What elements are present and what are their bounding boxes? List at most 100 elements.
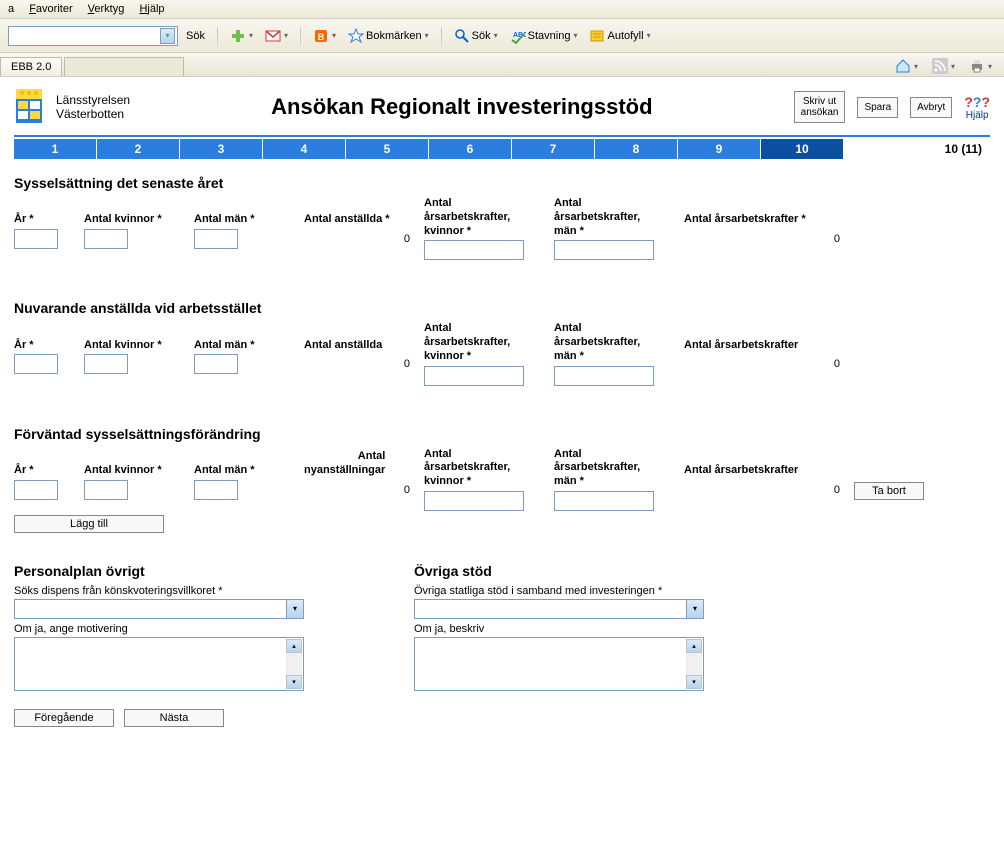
s2-anstallda-value: 0 <box>304 354 414 374</box>
stavning-button[interactable]: ABC Stavning▾ <box>506 26 582 46</box>
s1-arstot-value: 0 <box>684 229 844 249</box>
menu-favoriter[interactable]: FFavoriteravoriter <box>29 3 72 15</box>
section-4: Personalplan övrigt Söks dispens från kö… <box>14 553 990 691</box>
autofyll-button[interactable]: Autofyll▾ <box>585 26 654 46</box>
menu-verktyg[interactable]: Verktyg <box>88 3 125 15</box>
add-icon[interactable]: ▾ <box>226 26 257 46</box>
s3-arstot-label: Antal årsarbetskrafter <box>684 448 844 478</box>
personalplan-title: Personalplan övrigt <box>14 563 304 579</box>
laggtill-button[interactable]: Lägg till <box>14 515 164 533</box>
s2-man-label: Antal män * <box>194 322 294 352</box>
step-5[interactable]: 5 <box>346 139 429 159</box>
s1-arsm-label: Antal årsarbetskrafter, män * <box>554 197 674 238</box>
ovriga-stod-select[interactable]: ▾ <box>414 599 704 619</box>
save-button[interactable]: Spara <box>857 97 898 118</box>
browser-tab-1[interactable]: EBB 2.0 <box>0 57 62 76</box>
s3-ar-input[interactable] <box>14 480 58 500</box>
menu-hjalp[interactable]: Hjälp <box>139 3 164 15</box>
s3-arsm-input[interactable] <box>554 491 654 511</box>
s1-ar-input[interactable] <box>14 229 58 249</box>
sok-button[interactable]: Sök▾ <box>450 26 502 46</box>
browser-menubar: a FFavoriteravoriter Verktyg Hjälp <box>0 0 1004 19</box>
s2-arsk-label: Antal årsarbetskrafter, kvinnor * <box>424 322 544 363</box>
step-counter: 10 (11) <box>945 142 990 156</box>
section-2-title: Nuvarande anställda vid arbetsstället <box>14 300 990 316</box>
step-8[interactable]: 8 <box>595 139 678 159</box>
ovriga-stod-label: Övriga statliga stöd i samband med inves… <box>414 585 704 597</box>
svg-text:B: B <box>318 32 325 42</box>
s1-anstallda-value: 0 <box>304 229 414 249</box>
org-name: Länsstyrelsen Västerbotten <box>56 93 130 122</box>
menu-arkiv[interactable]: a <box>8 3 14 15</box>
s2-ar-input[interactable] <box>14 354 58 374</box>
section-1-fields: År * Antal kvinnor * Antal män * Antal a… <box>14 197 990 260</box>
ovriga-stod-title: Övriga stöd <box>414 563 704 579</box>
dispens-select[interactable]: ▾ <box>14 599 304 619</box>
print-application-button[interactable]: Skriv ut ansökan <box>794 91 846 123</box>
section-2-fields: År * Antal kvinnor * Antal män * Antal a… <box>14 322 990 385</box>
dispens-label: Söks dispens från könskvoteringsvillkore… <box>14 585 304 597</box>
sok-label: Sök <box>182 28 209 44</box>
home-icon[interactable]: ▾ <box>891 56 922 76</box>
prev-button[interactable]: Föregående <box>14 709 114 727</box>
s3-arsk-input[interactable] <box>424 491 524 511</box>
s2-arsk-input[interactable] <box>424 366 524 386</box>
s2-man-input[interactable] <box>194 354 238 374</box>
s3-anstallda-label: Antal nyanställningar <box>304 448 414 478</box>
s3-arsm-label: Antal årsarbetskrafter, män * <box>554 448 674 489</box>
url-dropdown[interactable]: ▾ <box>8 26 178 46</box>
browser-tabbar: EBB 2.0 ▾ ▾ ▾ <box>0 53 1004 77</box>
step-10[interactable]: 10 <box>761 139 844 159</box>
s2-arstot-label: Antal årsarbetskrafter <box>684 322 844 352</box>
step-7[interactable]: 7 <box>512 139 595 159</box>
bokmarken-button[interactable]: Bokmärken▾ <box>344 26 433 46</box>
step-3[interactable]: 3 <box>180 139 263 159</box>
browser-toolbar-1: ▾ Sök ▾ ▾ B▾ Bokmärken▾ Sök▾ ABC Stavnin… <box>0 19 1004 53</box>
s3-kvinnor-input[interactable] <box>84 480 128 500</box>
step-4[interactable]: 4 <box>263 139 346 159</box>
beskriv-textarea[interactable]: ▴▾ <box>414 637 704 691</box>
browser-tab-2[interactable] <box>64 57 184 76</box>
step-9[interactable]: 9 <box>678 139 761 159</box>
s1-arsk-label: Antal årsarbetskrafter, kvinnor * <box>424 197 544 238</box>
s2-kvinnor-label: Antal kvinnor * <box>84 322 184 352</box>
tabort-button[interactable]: Ta bort <box>854 482 924 500</box>
gmail-icon[interactable]: ▾ <box>261 26 292 46</box>
step-1[interactable]: 1 <box>14 139 97 159</box>
s3-arstot-value: 0 <box>684 480 844 500</box>
s3-kvinnor-label: Antal kvinnor * <box>84 448 184 478</box>
cancel-button[interactable]: Avbryt <box>910 97 952 118</box>
s1-man-input[interactable] <box>194 229 238 249</box>
s1-kvinnor-label: Antal kvinnor * <box>84 197 184 227</box>
page-title: Ansökan Regionalt investeringsstöd <box>142 94 782 120</box>
s1-man-label: Antal män * <box>194 197 294 227</box>
s1-anstallda-label: Antal anställda * <box>304 197 414 227</box>
section-1-title: Sysselsättning det senaste året <box>14 175 990 191</box>
print-icon[interactable]: ▾ <box>965 56 996 76</box>
s3-anstallda-value: 0 <box>304 480 414 500</box>
s1-kvinnor-input[interactable] <box>84 229 128 249</box>
s1-arsm-input[interactable] <box>554 240 654 260</box>
nav-buttons: Föregående Nästa <box>14 709 990 727</box>
s2-arstot-value: 0 <box>684 354 844 374</box>
s3-man-input[interactable] <box>194 480 238 500</box>
s2-arsm-label: Antal årsarbetskrafter, män * <box>554 322 674 363</box>
motivering-label: Om ja, ange motivering <box>14 623 304 635</box>
s1-ar-label: År * <box>14 197 74 227</box>
motivering-textarea[interactable]: ▴▾ <box>14 637 304 691</box>
page-header: Länsstyrelsen Västerbotten Ansökan Regio… <box>14 87 990 127</box>
s2-arsm-input[interactable] <box>554 366 654 386</box>
help-link[interactable]: ??? Hjälp <box>964 94 990 121</box>
blog-icon[interactable]: B▾ <box>309 26 340 46</box>
beskriv-label: Om ja, beskriv <box>414 623 704 635</box>
next-button[interactable]: Nästa <box>124 709 224 727</box>
s2-kvinnor-input[interactable] <box>84 354 128 374</box>
s3-arsk-label: Antal årsarbetskrafter, kvinnor * <box>424 448 544 489</box>
s1-arsk-input[interactable] <box>424 240 524 260</box>
step-2[interactable]: 2 <box>97 139 180 159</box>
step-6[interactable]: 6 <box>429 139 512 159</box>
s2-anstallda-label: Antal anställda <box>304 322 414 352</box>
step-navigation: 1 2 3 4 5 6 7 8 9 10 10 (11) <box>14 139 990 159</box>
rss-icon[interactable]: ▾ <box>928 56 959 76</box>
page-content: Länsstyrelsen Västerbotten Ansökan Regio… <box>0 77 1004 747</box>
